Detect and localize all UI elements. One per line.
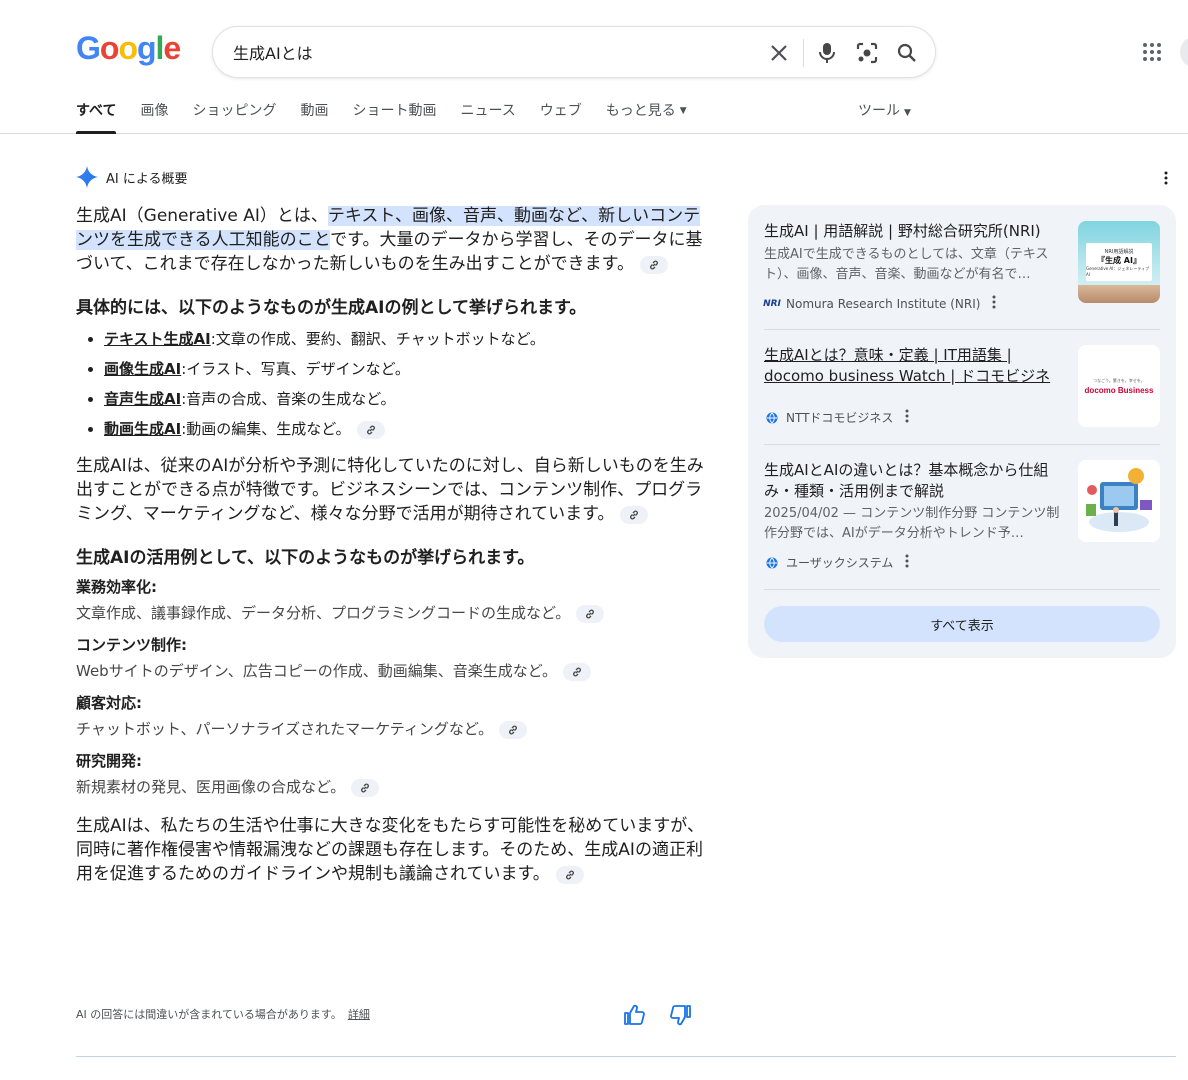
apps-grid-icon[interactable]: [1140, 40, 1164, 64]
show-all-button[interactable]: すべて表示: [764, 606, 1160, 642]
list-item: 画像生成AI:イラスト、写真、デザインなど。: [104, 358, 716, 380]
caret-down-icon: ▼: [904, 108, 911, 118]
source-site: Nomura Research Institute (NRI): [786, 296, 981, 311]
list-item: テキスト生成AI:文章の作成、要約、翻訳、チャットボットなど。: [104, 328, 716, 350]
source-link-icon[interactable]: [576, 605, 605, 623]
more-options-icon[interactable]: [1158, 170, 1174, 186]
microphone-icon[interactable]: [815, 41, 839, 65]
source-title[interactable]: 生成AI | 用語解説 | 野村総合研究所(NRI): [764, 221, 1064, 242]
clear-icon[interactable]: [767, 41, 791, 65]
ai-illustration-icon: [1078, 460, 1160, 542]
ai-overview-header: AI による概要: [76, 166, 187, 188]
book-stack-shape: [1078, 285, 1160, 303]
tab-more[interactable]: もっと見る ▼: [606, 100, 687, 134]
search-box: [212, 26, 936, 78]
search-header: Google すべて 画像 ショッピング 動画 ショート動画 ニュース ウェブ: [0, 0, 1188, 134]
more-options-icon[interactable]: [905, 554, 915, 571]
search-input[interactable]: [233, 40, 753, 64]
feature-paragraph: 生成AIは、従来のAIが分析や予測に特化していたのに対し、自ら新しいものを生み出…: [76, 456, 704, 524]
uses-list: 業務効率化: 文章作成、議事録作成、データ分析、プログラミングコードの生成など。…: [76, 576, 716, 798]
source-site: ユーザックシステム: [786, 556, 894, 570]
source-meta: NTTドコモビジネス: [764, 409, 915, 426]
closing-paragraph: 生成AIは、私たちの生活や仕事に大きな変化をもたらす可能性を秘めていますが、同時…: [76, 816, 704, 884]
source-card[interactable]: 生成AIとAIの違いとは？基本概念から仕組み・種類・活用例まで解説 2025/0…: [764, 460, 1160, 570]
ai-overview-label: AI による概要: [106, 171, 188, 187]
section-divider: [76, 1056, 1176, 1057]
more-options-icon[interactable]: [992, 295, 1002, 312]
globe-icon: [764, 410, 780, 426]
google-logo[interactable]: Google: [76, 30, 181, 67]
nri-favicon-icon: NRI: [763, 298, 781, 309]
list-item: 音声生成AI:音声の合成、音楽の生成など。: [104, 388, 716, 410]
source-link-icon[interactable]: [351, 779, 380, 797]
use-title: 顧客対応:: [76, 694, 142, 712]
use-text: Webサイトのデザイン、広告コピーの作成、動画編集、音楽生成など。: [76, 660, 716, 682]
use-text: 新規素材の発見、医用画像の合成など。: [76, 776, 716, 798]
source-title[interactable]: 生成AIとは？意味・定義 | IT用語集 | docomo business W…: [764, 345, 1064, 387]
tab-images[interactable]: 画像: [140, 100, 168, 134]
more-options-icon[interactable]: [905, 409, 915, 426]
search-icon[interactable]: [895, 41, 919, 65]
source-link-icon[interactable]: [563, 663, 592, 681]
source-link-icon[interactable]: [639, 256, 668, 274]
list-item: 動画生成AI:動画の編集、生成など。: [104, 418, 716, 440]
source-snippet: 2025/04/02 — コンテンツ制作分野 コンテンツ制作分野では、AIがデー…: [764, 506, 1060, 541]
use-title: コンテンツ制作:: [76, 636, 187, 654]
use-title: 業務効率化:: [76, 578, 157, 596]
source-site: NTTドコモビジネス: [786, 411, 894, 425]
source-link-icon[interactable]: [555, 866, 584, 884]
ai-disclaimer: AI の回答には間違いが含まれている場合があります。 詳細: [76, 1008, 370, 1021]
gemini-sparkle-icon: [76, 166, 98, 188]
ai-overview-answer: 生成AI（Generative AI）とは、テキスト、画像、音声、動画など、新し…: [76, 204, 716, 886]
tools-button[interactable]: ツール ▼: [858, 100, 911, 120]
tab-short-videos[interactable]: ショート動画: [352, 100, 436, 134]
source-meta: NRI Nomura Research Institute (NRI): [763, 295, 1002, 312]
uses-heading: 生成AIの活用例として、以下のようなものが挙げられます。: [76, 548, 535, 568]
source-thumbnail[interactable]: NRI用語解説 『生成 AI』 Generative AI：ジェネレーティブ A…: [1078, 221, 1160, 303]
use-title: 研究開発:: [76, 752, 142, 770]
caret-down-icon: ▼: [679, 106, 687, 116]
lens-camera-icon[interactable]: [855, 41, 879, 65]
source-divider: [764, 444, 1160, 445]
source-card[interactable]: 生成AIとは？意味・定義 | IT用語集 | docomo business W…: [764, 345, 1160, 429]
use-text: 文章作成、議事録作成、データ分析、プログラミングコードの生成など。: [76, 602, 716, 624]
source-card[interactable]: 生成AI | 用語解説 | 野村総合研究所(NRI) 生成AIで生成できるものと…: [763, 221, 1160, 317]
source-meta: ユーザックシステム: [764, 554, 915, 571]
thumbs-up-icon[interactable]: [623, 1004, 645, 1026]
thumbnail-card: NRI用語解説 『生成 AI』 Generative AI：ジェネレーティブ A…: [1086, 243, 1152, 281]
globe-icon: [764, 555, 780, 571]
docomo-business-logo: docomo Business: [1084, 385, 1154, 395]
tab-web[interactable]: ウェブ: [540, 100, 582, 134]
source-divider: [764, 329, 1160, 330]
source-snippet: 生成AIで生成できるものとしては、文章（テキスト）、画像、音声、音楽、動画などが…: [764, 247, 1049, 282]
source-thumbnail[interactable]: [1078, 460, 1160, 542]
search-tabs: すべて 画像 ショッピング 動画 ショート動画 ニュース ウェブ もっと見る ▼: [76, 100, 711, 134]
details-link[interactable]: 詳細: [348, 1008, 370, 1021]
thumbs-down-icon[interactable]: [670, 1004, 692, 1026]
source-thumbnail[interactable]: つなごう。驚きを。幸せを。 docomo Business: [1078, 345, 1160, 427]
source-divider: [764, 589, 1160, 590]
intro-paragraph: 生成AI（Generative AI）とは、テキスト、画像、音声、動画など、新し…: [76, 206, 703, 274]
sources-panel: 生成AI | 用語解説 | 野村総合研究所(NRI) 生成AIで生成できるものと…: [748, 205, 1176, 658]
source-link-icon[interactable]: [499, 721, 528, 739]
tab-videos[interactable]: 動画: [300, 100, 328, 134]
search-divider: [803, 39, 804, 67]
tab-news[interactable]: ニュース: [460, 100, 515, 134]
account-avatar[interactable]: [1180, 36, 1188, 68]
source-link-icon[interactable]: [356, 421, 385, 439]
tab-shopping[interactable]: ショッピング: [192, 100, 276, 134]
source-title[interactable]: 生成AIとAIの違いとは？基本概念から仕組み・種類・活用例まで解説: [764, 460, 1064, 502]
examples-list: テキスト生成AI:文章の作成、要約、翻訳、チャットボットなど。 画像生成AI:イ…: [104, 328, 716, 440]
tab-all[interactable]: すべて: [76, 100, 117, 134]
examples-heading: 具体的には、以下のようなものが生成AIの例として挙げられます。: [76, 298, 587, 318]
source-link-icon[interactable]: [620, 506, 649, 524]
use-text: チャットボット、パーソナライズされたマーケティングなど。: [76, 718, 716, 740]
